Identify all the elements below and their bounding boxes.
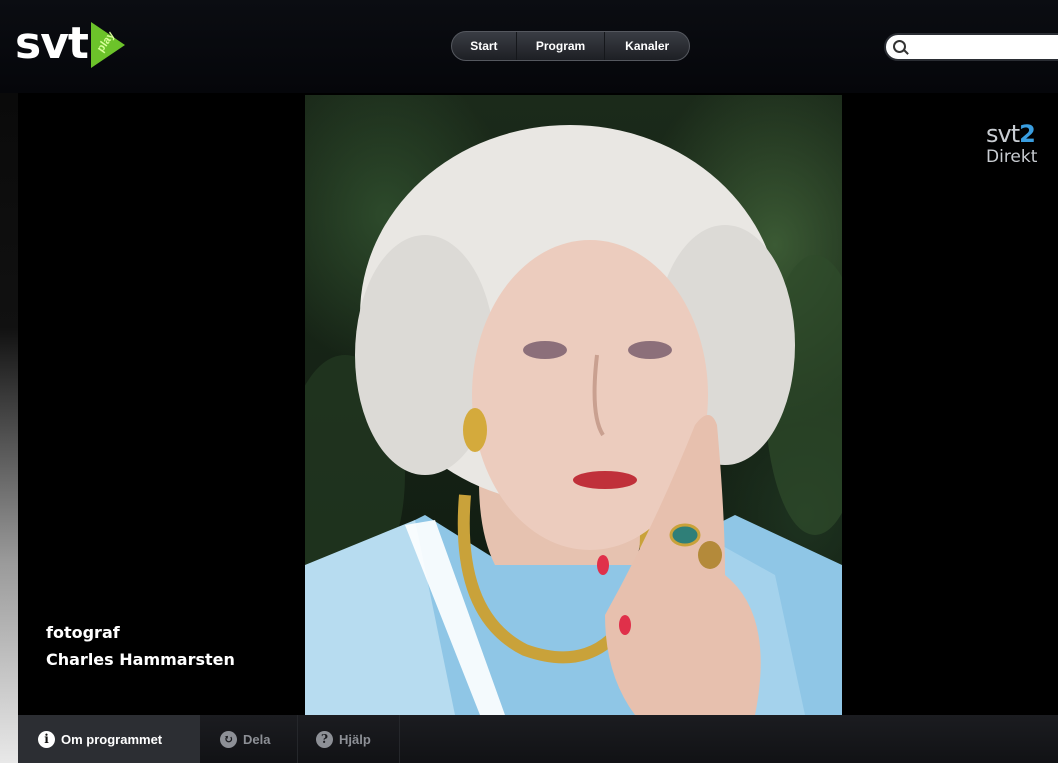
photographer-credit: fotograf Charles Hammarsten bbox=[46, 619, 235, 673]
tab-om-programmet[interactable]: i Om programmet bbox=[18, 715, 200, 763]
portrait-illustration bbox=[305, 125, 842, 715]
nav-item-program[interactable]: Program bbox=[517, 32, 606, 60]
page-background-edge bbox=[0, 93, 18, 763]
channel-name: svt bbox=[986, 120, 1020, 148]
player-tab-bar: i Om programmet ↻ Dela ? Hjälp bbox=[18, 715, 1058, 763]
nav-item-kanaler[interactable]: Kanaler bbox=[605, 32, 689, 60]
credit-name: Charles Hammarsten bbox=[46, 650, 235, 669]
tab-dela[interactable]: ↻ Dela bbox=[200, 715, 298, 763]
search-icon[interactable] bbox=[893, 40, 906, 53]
svt-play-logo[interactable]: svt play bbox=[15, 20, 127, 72]
nav-item-start[interactable]: Start bbox=[452, 32, 517, 60]
channel-sub: Direkt bbox=[986, 147, 1038, 167]
tab-label: Hjälp bbox=[339, 731, 371, 747]
tab-hjalp[interactable]: ? Hjälp bbox=[298, 715, 400, 763]
share-icon: ↻ bbox=[220, 730, 237, 748]
video-player[interactable]: fotograf Charles Hammarsten svt2 Direkt bbox=[18, 93, 1058, 715]
main-nav: Start Program Kanaler bbox=[451, 31, 690, 61]
channel-number: 2 bbox=[1019, 120, 1036, 148]
credit-label: fotograf bbox=[46, 623, 120, 642]
tab-label: Dela bbox=[243, 731, 271, 747]
search-box bbox=[884, 33, 1058, 61]
logo-text: svt bbox=[15, 18, 89, 69]
site-header: svt play Start Program Kanaler bbox=[0, 0, 1058, 93]
help-icon: ? bbox=[316, 730, 333, 748]
search-input[interactable] bbox=[910, 37, 1058, 59]
tab-label: Om programmet bbox=[61, 731, 163, 747]
info-icon: i bbox=[38, 730, 55, 748]
play-badge-icon: play bbox=[90, 20, 127, 68]
channel-logo-svt2-direkt: svt2 Direkt bbox=[986, 122, 1058, 167]
portrait-photo bbox=[305, 95, 842, 715]
